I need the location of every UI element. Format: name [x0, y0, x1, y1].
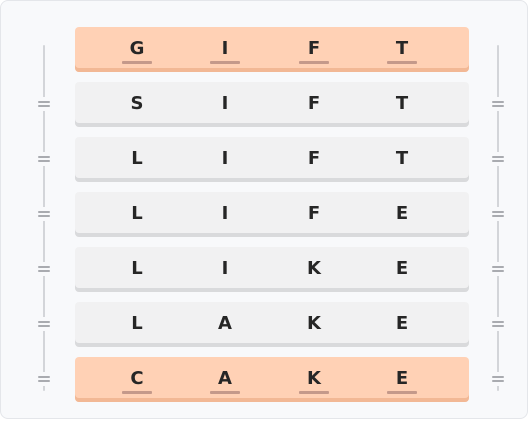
letter-underline [210, 391, 240, 394]
letter-text: T [395, 38, 409, 59]
letter-tile: F [299, 92, 329, 116]
letter-underline [387, 391, 417, 394]
letter-text: F [307, 93, 321, 114]
letter-text: K [307, 258, 321, 279]
letter-text: C [130, 368, 144, 389]
equals-icon [486, 97, 510, 111]
letter-text: I [221, 258, 229, 279]
letter-tile: L [122, 202, 152, 226]
letter-tile: A [210, 367, 240, 394]
letter-text: I [221, 93, 229, 114]
ladder-step-row[interactable]: LIFT [75, 137, 469, 182]
letter-tile: I [210, 202, 240, 226]
letter-underline [299, 61, 329, 64]
letter-text: A [218, 313, 232, 334]
equals-icon [486, 317, 510, 331]
equals-icon [32, 152, 56, 166]
equals-icon [486, 152, 510, 166]
letter-tile: G [122, 37, 152, 64]
letter-text: L [131, 148, 143, 169]
letter-tile: E [387, 312, 417, 336]
letter-text: F [307, 203, 321, 224]
letter-tile: I [210, 147, 240, 171]
letter-text: L [131, 313, 143, 334]
letter-tile: K [299, 257, 329, 281]
letter-underline [122, 61, 152, 64]
letter-tile: I [210, 37, 240, 64]
letter-text: L [131, 258, 143, 279]
equals-icon [32, 372, 56, 386]
letter-text: T [395, 93, 409, 114]
word-ladder-board: G I F T S I F T L I F T L I F E L I K E L A K E C A K E [0, 0, 528, 419]
letter-tile: L [122, 147, 152, 171]
letter-tile: E [387, 202, 417, 226]
letter-text: T [395, 148, 409, 169]
letter-tile: E [387, 257, 417, 281]
letter-text: A [218, 368, 232, 389]
letter-text: S [130, 93, 144, 114]
equals-icon [32, 317, 56, 331]
letter-tile: S [122, 92, 152, 116]
letter-tile: I [210, 92, 240, 116]
ladder-step-row[interactable]: SIFT [75, 82, 469, 127]
letter-tile: C [122, 367, 152, 394]
ladder-step-row[interactable]: LIKE [75, 247, 469, 292]
letter-tile: T [387, 147, 417, 171]
letter-tile: K [299, 367, 329, 394]
letter-text: I [221, 148, 229, 169]
letter-text: K [307, 368, 321, 389]
letter-tile: K [299, 312, 329, 336]
letter-text: E [395, 203, 409, 224]
equals-icon [32, 262, 56, 276]
letter-text: I [221, 203, 229, 224]
letter-text: I [221, 38, 229, 59]
equals-icon [486, 207, 510, 221]
letter-text: F [307, 148, 321, 169]
letter-underline [122, 391, 152, 394]
letter-tile: A [210, 312, 240, 336]
equals-icon [32, 97, 56, 111]
letter-underline [210, 61, 240, 64]
letter-tile: L [122, 257, 152, 281]
equals-icon [486, 262, 510, 276]
ladder-step-row[interactable]: LIFE [75, 192, 469, 237]
letter-tile: T [387, 92, 417, 116]
ladder-step-row[interactable]: LAKE [75, 302, 469, 347]
start-word-row: GIFT [75, 27, 469, 72]
letter-tile: L [122, 312, 152, 336]
letter-text: E [395, 258, 409, 279]
letter-underline [387, 61, 417, 64]
letter-tile: F [299, 202, 329, 226]
letter-text: G [129, 38, 145, 59]
equals-icon [486, 372, 510, 386]
letter-tile: T [387, 37, 417, 64]
letter-text: K [307, 313, 321, 334]
letter-tile: I [210, 257, 240, 281]
target-word-row: CAKE [75, 357, 469, 402]
letter-tile: E [387, 367, 417, 394]
letter-underline [299, 391, 329, 394]
equals-icon [32, 207, 56, 221]
letter-text: L [131, 203, 143, 224]
letter-text: E [395, 368, 409, 389]
letter-tile: F [299, 147, 329, 171]
letter-text: F [307, 38, 321, 59]
letter-tile: F [299, 37, 329, 64]
letter-text: E [395, 313, 409, 334]
